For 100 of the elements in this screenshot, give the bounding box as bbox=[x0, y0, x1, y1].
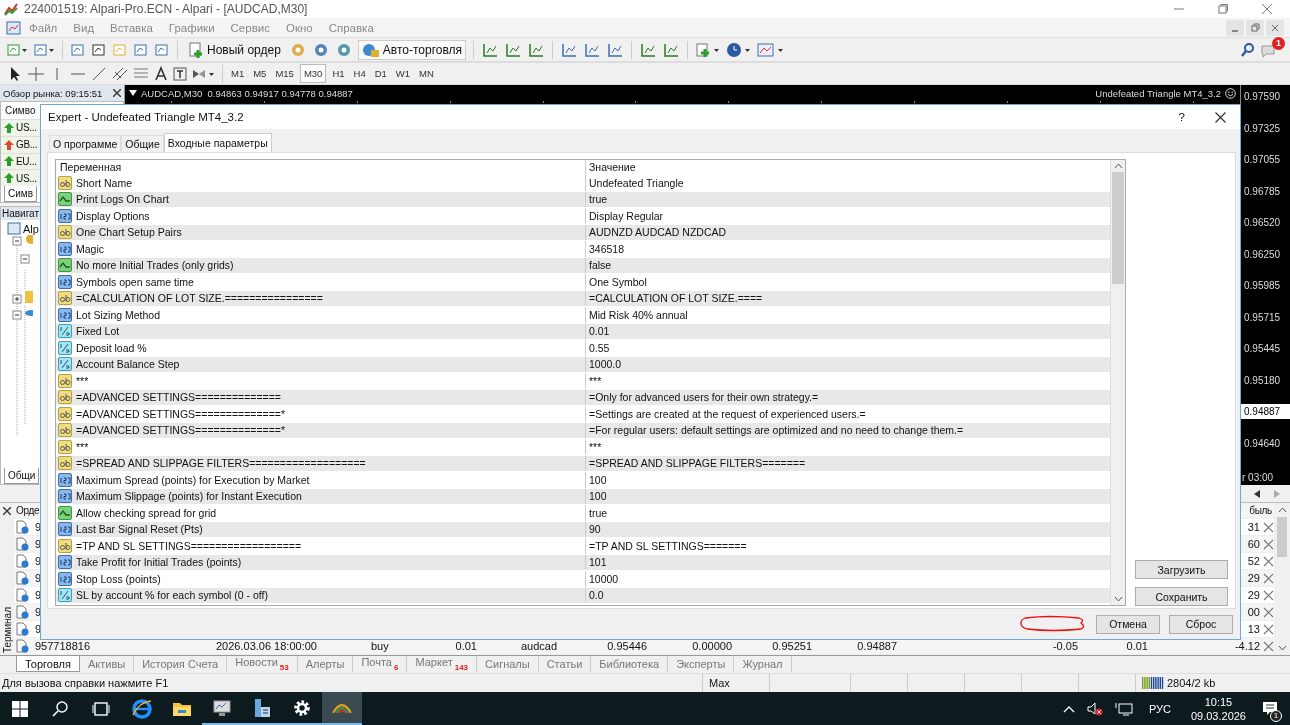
parameter-value[interactable]: Display Regular bbox=[586, 209, 1110, 222]
dropdown-arrow-icon[interactable] bbox=[129, 90, 137, 96]
parameter-name[interactable]: *** bbox=[76, 374, 89, 387]
parameter-name[interactable]: No more Initial Trades (only grids) bbox=[76, 259, 234, 272]
parameter-name[interactable]: *** bbox=[76, 440, 89, 453]
parameter-value[interactable]: =For regular users: default settings are optimized and no need to change them.= bbox=[586, 424, 1110, 437]
parameter-name[interactable]: Short Name bbox=[76, 176, 133, 189]
parameter-name[interactable]: Last Bar Signal Reset (Pts) bbox=[76, 523, 203, 536]
symbol-name[interactable]: GB... bbox=[16, 139, 38, 151]
text-label-icon[interactable] bbox=[172, 65, 188, 82]
parameter-value[interactable]: *** bbox=[586, 440, 1110, 453]
language-indicator[interactable]: РУС bbox=[1148, 702, 1171, 715]
terminal-tab[interactable]: Сигналы bbox=[477, 656, 539, 672]
close-order-icon[interactable] bbox=[1262, 572, 1274, 584]
load-button[interactable]: Загрузить bbox=[1135, 560, 1228, 579]
tray-chevron-icon[interactable] bbox=[1062, 704, 1075, 713]
symbol-name[interactable]: US... bbox=[16, 122, 37, 134]
scroll-thumb[interactable] bbox=[1112, 172, 1124, 284]
column-header[interactable]: Орде bbox=[14, 505, 42, 516]
parameter-value[interactable]: One Symbol bbox=[586, 275, 1110, 288]
close-order-icon[interactable] bbox=[1262, 555, 1274, 567]
maximize-icon[interactable] bbox=[1218, 4, 1228, 14]
chart-icon[interactable] bbox=[70, 41, 86, 58]
scroll-down-icon[interactable] bbox=[1113, 596, 1123, 602]
timeframe-button[interactable]: D1 bbox=[371, 64, 390, 83]
parameter-value[interactable]: 100 bbox=[586, 490, 1110, 503]
parameter-name[interactable]: Account Balance Step bbox=[76, 358, 180, 371]
line-chart-icon[interactable] bbox=[527, 41, 546, 58]
parameter-name[interactable]: =ADVANCED SETTINGS============== bbox=[76, 391, 281, 404]
timeframe-button[interactable]: MN bbox=[416, 64, 437, 83]
terminal-tab[interactable]: Алерты bbox=[297, 656, 354, 672]
timeframe-button[interactable]: W1 bbox=[392, 64, 414, 83]
cancel-button[interactable]: Отмена bbox=[1096, 614, 1160, 634]
parameter-value[interactable]: true bbox=[586, 506, 1110, 519]
scrollbar[interactable] bbox=[1110, 160, 1125, 605]
timeframe-button[interactable]: H4 bbox=[350, 64, 369, 83]
scroll-up-icon[interactable] bbox=[1113, 163, 1123, 169]
timeframe-button[interactable]: M1 bbox=[228, 64, 248, 83]
close-icon[interactable] bbox=[3, 507, 11, 515]
save-button[interactable]: Сохранить bbox=[1135, 587, 1228, 606]
dialog-tab[interactable]: Общие bbox=[121, 135, 164, 152]
close-order-icon[interactable] bbox=[1262, 521, 1274, 533]
dialog-tab[interactable]: О программе bbox=[49, 135, 122, 152]
parameter-value[interactable]: Undefeated Triangle bbox=[586, 176, 1110, 189]
parameter-value[interactable]: 10000 bbox=[586, 572, 1110, 585]
parameter-value[interactable]: 0.01 bbox=[586, 325, 1110, 338]
timeframe-button[interactable]: H1 bbox=[329, 64, 348, 83]
parameter-name[interactable]: Allow checking spread for grid bbox=[76, 506, 217, 519]
tree-item[interactable]: Alp bbox=[23, 222, 39, 235]
mdi-close-icon[interactable] bbox=[1266, 19, 1284, 36]
column-header[interactable]: Симво bbox=[1, 102, 40, 119]
column-header[interactable]: Переменная bbox=[56, 160, 586, 174]
clock-time[interactable]: 10:15 bbox=[1204, 694, 1233, 709]
parameter-name[interactable]: Deposit load % bbox=[76, 341, 147, 354]
bar-chart-icon[interactable] bbox=[481, 41, 500, 58]
volume-muted-icon[interactable] bbox=[1086, 701, 1103, 716]
add-indicator-icon[interactable] bbox=[695, 41, 722, 58]
reset-button[interactable]: Сброс bbox=[1169, 614, 1233, 634]
parameter-name[interactable]: One Chart Setup Pairs bbox=[76, 226, 182, 239]
terminal-tab[interactable]: Активы bbox=[79, 656, 135, 672]
parameter-value[interactable]: Mid Risk 40% annual bbox=[586, 308, 1110, 321]
parameter-value[interactable]: 0.0 bbox=[586, 589, 1110, 602]
parameter-name[interactable]: Lot Sizing Method bbox=[76, 308, 161, 321]
scroll-up-icon[interactable] bbox=[1277, 507, 1287, 513]
parameter-name[interactable]: Stop Loss (points) bbox=[76, 572, 161, 585]
parameter-value[interactable]: *** bbox=[586, 374, 1110, 387]
parameter-name[interactable]: =ADVANCED SETTINGS==============* bbox=[76, 424, 286, 437]
auto-trading-button[interactable]: Авто-торговля bbox=[357, 39, 467, 60]
dialog-tab[interactable]: Входные параметры bbox=[163, 133, 272, 152]
search-icon[interactable] bbox=[52, 700, 68, 717]
parameter-value[interactable]: AUDNZD AUDCAD NZDCAD bbox=[586, 226, 1110, 239]
parameter-name[interactable]: Print Logs On Chart bbox=[76, 193, 169, 206]
parameter-name[interactable]: =ADVANCED SETTINGS==============* bbox=[76, 407, 286, 420]
parameter-value[interactable]: =Settings are created at the request of experienced users.= bbox=[586, 407, 1110, 420]
parameter-value[interactable]: true bbox=[586, 193, 1110, 206]
parameter-value[interactable]: =Only for advanced users for their own strategy.= bbox=[586, 391, 1110, 404]
timeframe-button[interactable]: M15 bbox=[272, 64, 297, 83]
terminal-tab[interactable]: Журнал bbox=[734, 656, 792, 672]
parameter-name[interactable]: Maximum Spread (points) for Execution by Market bbox=[76, 473, 310, 486]
close-order-icon[interactable] bbox=[1262, 623, 1274, 635]
parameter-name[interactable]: Display Options bbox=[76, 209, 150, 222]
parameter-value[interactable]: =TP AND SL SETTINGS======= bbox=[586, 539, 1110, 552]
trend-line-icon[interactable] bbox=[90, 65, 108, 82]
parameter-name[interactable]: Fixed Lot bbox=[76, 325, 120, 338]
symbol-name[interactable]: EU... bbox=[16, 155, 37, 167]
parameter-name[interactable]: Magic bbox=[76, 242, 104, 255]
clock-icon[interactable] bbox=[726, 41, 753, 58]
parameter-value[interactable]: 101 bbox=[586, 556, 1110, 569]
task-view-icon[interactable] bbox=[92, 700, 110, 717]
parameter-value[interactable]: 0.55 bbox=[586, 341, 1110, 354]
parameter-name[interactable]: =SPREAD AND SLIPPAGE FILTERS=================== bbox=[76, 457, 366, 470]
parameter-name[interactable]: SL by account % for each symbol (0 - off) bbox=[76, 589, 268, 602]
scroll-down-icon[interactable] bbox=[1277, 645, 1287, 651]
parameter-value[interactable]: 90 bbox=[586, 523, 1110, 536]
parameter-name[interactable]: =CALCULATION OF LOT SIZE.================ bbox=[76, 292, 323, 305]
channel-icon[interactable] bbox=[111, 65, 129, 82]
panel-tab[interactable]: Симв bbox=[4, 186, 37, 202]
chart-template-icon[interactable] bbox=[757, 41, 786, 58]
parameter-name[interactable]: Maximum Slippage (points) for Instant Execution bbox=[76, 490, 302, 503]
column-header[interactable]: быль bbox=[1247, 505, 1274, 516]
